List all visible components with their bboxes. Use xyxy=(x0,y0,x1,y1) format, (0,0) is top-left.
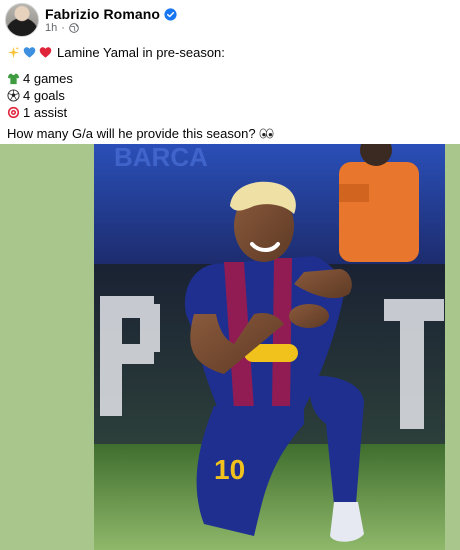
eyes-icon xyxy=(259,128,274,139)
post-timestamp[interactable]: 1h xyxy=(45,22,57,34)
headline-line: Lamine Yamal in pre-season: xyxy=(7,44,274,61)
stat-line: 4 games xyxy=(7,70,274,87)
red-heart-icon xyxy=(39,47,52,58)
svg-text:BARCA: BARCA xyxy=(114,144,208,172)
headline-text: Lamine Yamal in pre-season: xyxy=(57,45,225,60)
jersey-number: 10 xyxy=(214,454,245,485)
stat-goals: 4 goals xyxy=(23,88,65,103)
verified-badge-icon xyxy=(164,7,177,21)
author-row: Fabrizio Romano xyxy=(45,6,177,22)
meta-separator: · xyxy=(61,22,65,34)
public-globe-icon xyxy=(69,23,79,33)
author-name[interactable]: Fabrizio Romano xyxy=(45,6,160,22)
question-line: How many G/a will he provide this season… xyxy=(7,125,274,142)
blue-heart-icon xyxy=(23,47,36,58)
post-body: Lamine Yamal in pre-season: 4 games 4 go… xyxy=(7,44,274,142)
stat-line: 4 goals xyxy=(7,87,274,104)
post-photo[interactable]: BARCA 10 xyxy=(94,144,445,550)
jersey-icon xyxy=(7,73,20,85)
author-avatar[interactable] xyxy=(5,3,39,37)
sparkles-icon xyxy=(7,46,20,59)
post-meta: 1h · xyxy=(45,22,79,34)
post-header: Fabrizio Romano 1h · xyxy=(0,0,460,40)
stat-line: 1 assist xyxy=(7,104,274,121)
stat-games: 4 games xyxy=(23,71,73,86)
post-media[interactable]: BARCA 10 xyxy=(0,144,460,550)
player-photo-illustration: BARCA 10 xyxy=(94,144,445,550)
target-icon xyxy=(7,106,20,119)
question-text: How many G/a will he provide this season… xyxy=(7,126,256,141)
stat-assists: 1 assist xyxy=(23,105,68,120)
soccer-ball-icon xyxy=(7,89,20,102)
